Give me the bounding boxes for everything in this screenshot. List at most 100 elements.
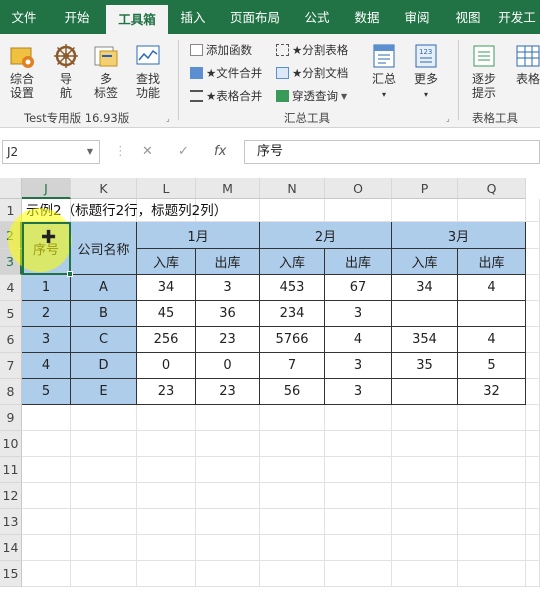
- row-header[interactable]: 4: [0, 275, 22, 301]
- grid-cell[interactable]: [325, 405, 392, 431]
- value-cell[interactable]: 5766: [260, 327, 325, 353]
- tab-formulas[interactable]: 公式: [292, 0, 342, 34]
- row-header[interactable]: 6: [0, 327, 22, 353]
- seq-cell[interactable]: 1: [22, 275, 71, 301]
- value-cell[interactable]: 256: [137, 327, 196, 353]
- header-company[interactable]: 公司名称: [71, 222, 137, 275]
- value-cell[interactable]: 45: [137, 301, 196, 327]
- value-cell[interactable]: 5: [458, 353, 526, 379]
- grid-cell[interactable]: [71, 405, 137, 431]
- more-dropdown-icon[interactable]: ▾: [424, 90, 428, 99]
- grid-cell[interactable]: [526, 431, 540, 457]
- summary-dropdown-icon[interactable]: ▾: [382, 90, 386, 99]
- grid-cell[interactable]: [392, 405, 458, 431]
- grid-cell[interactable]: [325, 535, 392, 561]
- column-header-n[interactable]: N: [260, 178, 325, 199]
- grid-cell[interactable]: [325, 431, 392, 457]
- seq-cell[interactable]: 5: [22, 379, 71, 405]
- grid-cell[interactable]: [325, 483, 392, 509]
- value-cell[interactable]: 453: [260, 275, 325, 301]
- split-document-button[interactable]: ★分割文档: [276, 65, 348, 81]
- row-header[interactable]: 11: [0, 457, 22, 483]
- header-sub[interactable]: 出库: [325, 249, 392, 275]
- step-hint-button[interactable]: 逐步 提示: [464, 42, 504, 100]
- row-header[interactable]: 10: [0, 431, 22, 457]
- company-cell[interactable]: D: [71, 353, 137, 379]
- value-cell[interactable]: [458, 301, 526, 327]
- select-all-corner[interactable]: [0, 178, 22, 199]
- value-cell[interactable]: 23: [137, 379, 196, 405]
- grid-cell[interactable]: [71, 535, 137, 561]
- header-month-3[interactable]: 3月: [392, 222, 526, 249]
- grid-cell[interactable]: [260, 431, 325, 457]
- row-header[interactable]: 7: [0, 353, 22, 379]
- column-header-j[interactable]: J: [22, 178, 71, 199]
- row-header[interactable]: 1: [0, 199, 22, 222]
- grid-cell[interactable]: [526, 379, 540, 405]
- grid-cell[interactable]: [260, 509, 325, 535]
- value-cell[interactable]: 32: [458, 379, 526, 405]
- grid-cell[interactable]: [458, 535, 526, 561]
- grid-cell[interactable]: [71, 431, 137, 457]
- header-sub[interactable]: 入库: [260, 249, 325, 275]
- grid-cell[interactable]: [526, 353, 540, 379]
- grid-cell[interactable]: [196, 561, 260, 587]
- grid-cell[interactable]: [458, 431, 526, 457]
- row-header[interactable]: 2: [0, 222, 22, 249]
- column-header-k[interactable]: K: [71, 178, 137, 199]
- value-cell[interactable]: 7: [260, 353, 325, 379]
- row-header[interactable]: 3: [0, 249, 22, 275]
- row-header[interactable]: 13: [0, 509, 22, 535]
- navigator-button[interactable]: 导 航: [46, 42, 86, 100]
- tab-view[interactable]: 视图: [442, 0, 494, 34]
- grid-cell[interactable]: [526, 199, 540, 222]
- drill-query-button[interactable]: 穿透查询 ▼: [276, 88, 347, 104]
- tab-page-layout[interactable]: 页面布局: [218, 0, 292, 34]
- grid-cell[interactable]: [196, 509, 260, 535]
- grid-cell[interactable]: [196, 457, 260, 483]
- grid-cell[interactable]: [458, 405, 526, 431]
- tab-review[interactable]: 审阅: [392, 0, 442, 34]
- value-cell[interactable]: 3: [196, 275, 260, 301]
- grid-cell[interactable]: [137, 405, 196, 431]
- row-header[interactable]: 9: [0, 405, 22, 431]
- grid-cell[interactable]: [458, 483, 526, 509]
- more-button[interactable]: 123 更多 ▾: [406, 42, 446, 102]
- value-cell[interactable]: 0: [196, 353, 260, 379]
- grid-cell[interactable]: [22, 561, 71, 587]
- grid-cell[interactable]: [137, 561, 196, 587]
- grid-cell[interactable]: [458, 457, 526, 483]
- name-box-dropdown-icon[interactable]: ▼: [87, 141, 93, 163]
- grid-cell[interactable]: [196, 535, 260, 561]
- row-header[interactable]: 5: [0, 301, 22, 327]
- value-cell[interactable]: 3: [325, 301, 392, 327]
- row-header[interactable]: 15: [0, 561, 22, 587]
- column-header-l[interactable]: L: [137, 178, 196, 199]
- value-cell[interactable]: 3: [325, 353, 392, 379]
- grid-cell[interactable]: [196, 483, 260, 509]
- value-cell[interactable]: [392, 379, 458, 405]
- grid-cell[interactable]: [526, 249, 540, 275]
- seq-cell[interactable]: 3: [22, 327, 71, 353]
- row-header[interactable]: 14: [0, 535, 22, 561]
- grid-cell[interactable]: [458, 509, 526, 535]
- grid-cell[interactable]: [526, 405, 540, 431]
- header-sub[interactable]: 入库: [392, 249, 458, 275]
- value-cell[interactable]: [392, 301, 458, 327]
- grid-cell[interactable]: [22, 457, 71, 483]
- header-month-2[interactable]: 2月: [260, 222, 392, 249]
- grid-cell[interactable]: [196, 405, 260, 431]
- grid-cell[interactable]: [392, 561, 458, 587]
- drill-query-dropdown-icon[interactable]: ▼: [341, 92, 347, 101]
- grid-cell[interactable]: [526, 535, 540, 561]
- grid-cell[interactable]: [22, 483, 71, 509]
- grid-cell[interactable]: [392, 535, 458, 561]
- grid-cell[interactable]: [71, 457, 137, 483]
- value-cell[interactable]: 36: [196, 301, 260, 327]
- grid-cell[interactable]: [137, 431, 196, 457]
- grid-cell[interactable]: [526, 222, 540, 249]
- file-merge-button[interactable]: ★文件合并: [190, 65, 262, 81]
- value-cell[interactable]: 4: [325, 327, 392, 353]
- grid-cell[interactable]: [22, 509, 71, 535]
- grid-cell[interactable]: [260, 535, 325, 561]
